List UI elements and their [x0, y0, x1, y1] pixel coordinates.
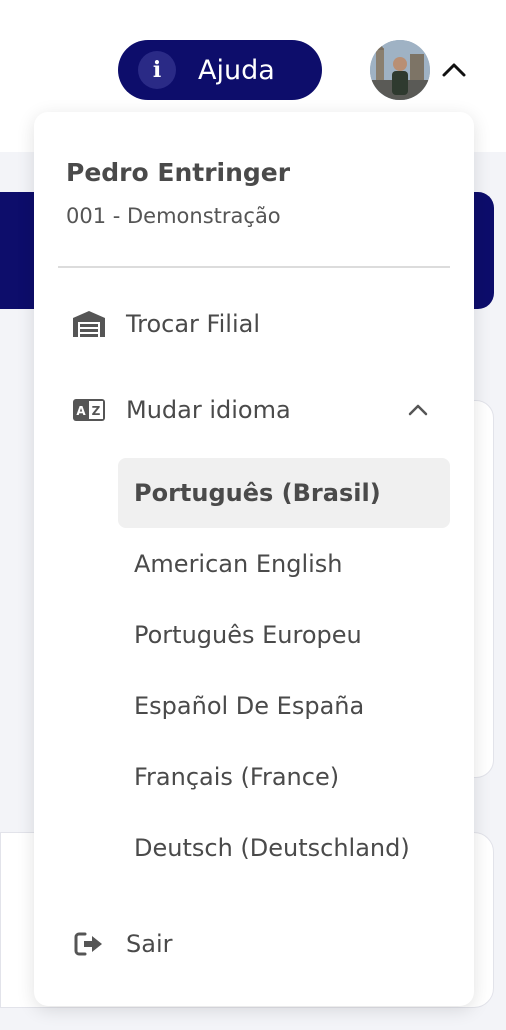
language-icon: A Z — [72, 396, 106, 424]
chevron-up-icon[interactable] — [404, 396, 432, 424]
info-icon: i — [138, 51, 176, 89]
help-label: Ajuda — [198, 54, 275, 86]
user-menu-dropdown: Pedro Entringer 001 - Demonstração Troca… — [34, 112, 474, 1006]
warehouse-icon — [72, 310, 106, 338]
svg-text:Z: Z — [92, 404, 101, 418]
avatar-photo — [370, 40, 430, 100]
svg-text:A: A — [76, 404, 86, 418]
switch-branch-item[interactable]: Trocar Filial — [34, 294, 474, 354]
logout-icon — [72, 930, 106, 958]
logout-label: Sair — [126, 930, 173, 958]
language-option-de-de[interactable]: Deutsch (Deutschland) — [118, 813, 450, 883]
language-option-es-es[interactable]: Español De España — [118, 671, 450, 741]
change-language-item[interactable]: A Z Mudar idioma — [34, 380, 474, 440]
logout-item[interactable]: Sair — [34, 914, 474, 974]
divider — [58, 266, 450, 268]
language-option-pt-br[interactable]: Português (Brasil) — [118, 458, 450, 528]
language-option-fr-fr[interactable]: Français (France) — [118, 742, 450, 812]
help-button[interactable]: i Ajuda — [118, 40, 322, 100]
change-language-label: Mudar idioma — [126, 396, 291, 424]
user-name: Pedro Entringer — [66, 158, 291, 187]
chevron-up-icon[interactable] — [440, 56, 468, 84]
user-company: 001 - Demonstração — [66, 204, 281, 228]
language-option-pt-pt[interactable]: Português Europeu — [118, 600, 450, 670]
switch-branch-label: Trocar Filial — [126, 310, 260, 338]
language-option-en-us[interactable]: American English — [118, 529, 450, 599]
avatar[interactable] — [370, 40, 430, 100]
